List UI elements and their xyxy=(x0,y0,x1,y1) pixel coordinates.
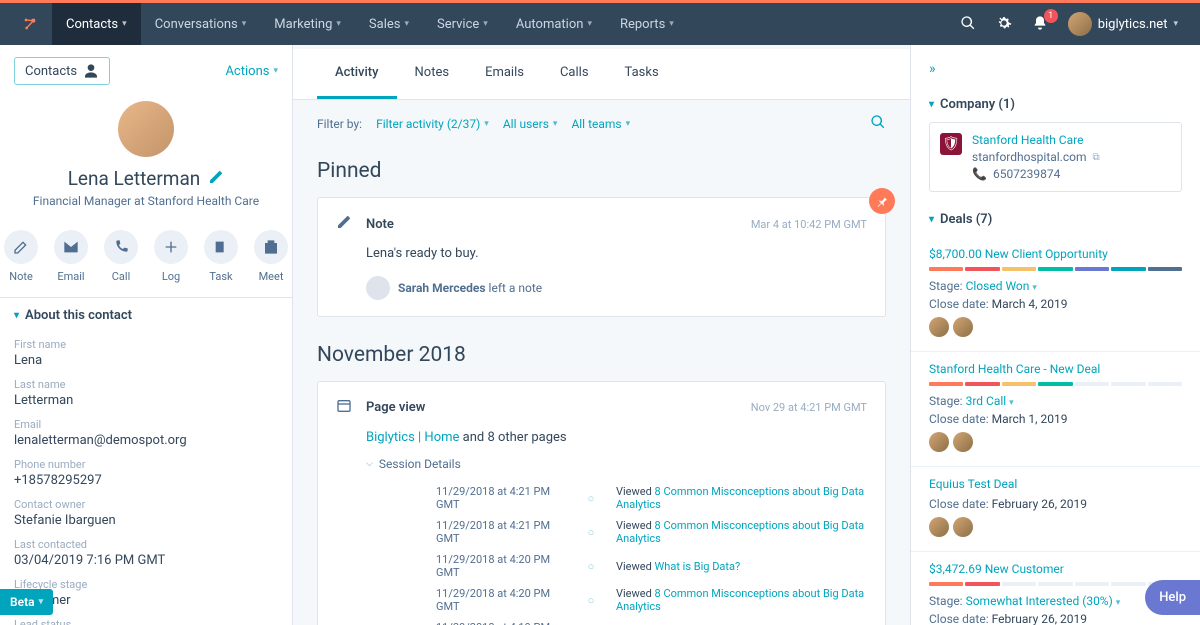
chevron-down-icon: ▾ xyxy=(929,99,934,110)
contact-avatar xyxy=(118,101,174,157)
right-panel: » ▾ Company (1) 🛡 Stanford Health Care s… xyxy=(910,45,1200,625)
actions-dropdown[interactable]: Actions▾ xyxy=(225,64,278,79)
deal-card[interactable]: $8,700.00 New Client OpportunityStage: C… xyxy=(911,237,1200,352)
note-body: Lena's ready to buy. xyxy=(336,244,867,264)
task-button[interactable]: Task xyxy=(204,230,238,283)
all-users-dropdown[interactable]: All users▾ xyxy=(503,117,558,131)
note-title: Note xyxy=(366,217,394,232)
month-title: November 2018 xyxy=(293,331,910,381)
workspace-switcher[interactable]: biglytics.net ▾ xyxy=(1068,12,1178,36)
log-button[interactable]: Log xyxy=(154,230,188,283)
tab-tasks[interactable]: Tasks xyxy=(607,49,677,99)
nav-conversations[interactable]: Conversations▾ xyxy=(141,3,261,45)
contact-subtitle: Financial Manager at Stanford Health Car… xyxy=(14,194,278,208)
tab-notes[interactable]: Notes xyxy=(397,49,468,99)
notifications-icon[interactable]: 1 xyxy=(1032,15,1050,33)
contacts-pill[interactable]: Contacts xyxy=(14,57,110,85)
note-button[interactable]: Note xyxy=(4,230,38,283)
external-link-icon[interactable]: ⧉ xyxy=(1093,152,1100,163)
pinned-title: Pinned xyxy=(293,147,910,197)
timeline-row: 11/29/2018 at 4:21 PM GMT○Viewed 8 Commo… xyxy=(366,515,867,549)
left-panel: Contacts Actions▾ Lena Letterman Financi… xyxy=(0,45,293,625)
note-icon xyxy=(336,214,354,234)
deal-card[interactable]: Equius Test DealClose date: February 26,… xyxy=(911,467,1200,552)
author-avatar xyxy=(366,276,390,300)
workspace-name: biglytics.net xyxy=(1098,17,1168,32)
chevron-down-icon: ▾ xyxy=(14,310,19,321)
company-logo-icon: 🛡 xyxy=(940,133,962,155)
company-section-header[interactable]: ▾ Company (1) xyxy=(911,87,1200,122)
timeline-row: 11/29/2018 at 4:21 PM GMT○Viewed 8 Commo… xyxy=(366,481,867,515)
nav-service[interactable]: Service▾ xyxy=(423,3,502,45)
hubspot-logo-icon[interactable] xyxy=(16,10,44,38)
email-button[interactable]: Email xyxy=(54,230,88,283)
top-nav: Contacts▾Conversations▾Marketing▾Sales▾S… xyxy=(0,3,1200,45)
meet-button[interactable]: Meet xyxy=(254,230,288,283)
nav-automation[interactable]: Automation▾ xyxy=(502,3,606,45)
session-details-toggle[interactable]: ⌵ Session Details xyxy=(366,457,867,471)
pin-icon[interactable] xyxy=(869,188,895,214)
deals-section-header[interactable]: ▾ Deals (7) xyxy=(911,202,1200,237)
pageview-time: Nov 29 at 4:21 PM GMT xyxy=(751,401,867,414)
timeline-row: 11/29/2018 at 4:19 PM GMT○Viewed Biglyti… xyxy=(366,617,867,625)
prop-phone-number[interactable]: Phone number+18578295297 xyxy=(0,453,292,493)
pageview-icon xyxy=(336,398,354,418)
note-time: Mar 4 at 10:42 PM GMT xyxy=(751,218,867,231)
pageview-title: Page view xyxy=(366,400,425,415)
prop-last-contacted[interactable]: Last contacted03/04/2019 7:16 PM GMT xyxy=(0,533,292,573)
edit-icon[interactable] xyxy=(208,169,224,189)
contact-name: Lena Letterman xyxy=(68,167,201,190)
phone-icon: 📞 xyxy=(972,167,987,181)
timeline-row: 11/29/2018 at 4:20 PM GMT○Viewed What is… xyxy=(366,549,867,583)
company-name-link[interactable]: Stanford Health Care xyxy=(972,133,1171,147)
prop-contact-owner[interactable]: Contact ownerStefanie Ibarguen xyxy=(0,493,292,533)
company-card: 🛡 Stanford Health Care stanfordhospital.… xyxy=(929,122,1182,192)
nav-contacts[interactable]: Contacts▾ xyxy=(52,3,141,45)
call-button[interactable]: Call xyxy=(104,230,138,283)
settings-icon[interactable] xyxy=(996,15,1014,33)
prop-last-name[interactable]: Last nameLetterman xyxy=(0,373,292,413)
notification-badge: 1 xyxy=(1044,9,1058,23)
user-icon xyxy=(83,63,99,79)
nav-reports[interactable]: Reports▾ xyxy=(606,3,688,45)
help-button[interactable]: Help xyxy=(1145,580,1200,615)
activity-tabs: ActivityNotesEmailsCallsTasks xyxy=(293,49,910,100)
chevron-down-icon: ⌵ xyxy=(366,459,373,469)
tab-calls[interactable]: Calls xyxy=(542,49,607,99)
center-panel: ActivityNotesEmailsCallsTasks Filter by:… xyxy=(293,45,910,625)
beta-tag[interactable]: Beta▾ xyxy=(0,589,53,615)
tab-emails[interactable]: Emails xyxy=(467,49,542,99)
pageview-card: Page view Nov 29 at 4:21 PM GMT Biglytic… xyxy=(317,381,886,625)
chevron-down-icon: ▾ xyxy=(929,214,934,225)
filter-activity-dropdown[interactable]: Filter activity (2/37)▾ xyxy=(376,117,489,131)
chevron-down-icon: ▾ xyxy=(1173,19,1178,29)
pageview-summary-link[interactable]: Biglytics | Home xyxy=(366,430,459,445)
all-teams-dropdown[interactable]: All teams▾ xyxy=(571,117,630,131)
about-section-header[interactable]: ▾ About this contact xyxy=(0,297,292,333)
prop-email[interactable]: Emaillenaletterman@demospot.org xyxy=(0,413,292,453)
user-avatar xyxy=(1068,12,1092,36)
timeline-row: 11/29/2018 at 4:20 PM GMT○Viewed 8 Commo… xyxy=(366,583,867,617)
search-icon[interactable] xyxy=(960,15,978,33)
nav-sales[interactable]: Sales▾ xyxy=(355,3,423,45)
tab-activity[interactable]: Activity xyxy=(317,49,397,99)
timeline-search-icon[interactable] xyxy=(870,114,886,133)
filter-label: Filter by: xyxy=(317,117,362,131)
deal-card[interactable]: Stanford Health Care - New DealStage: 3r… xyxy=(911,352,1200,467)
pinned-note-card: Note Mar 4 at 10:42 PM GMT Lena's ready … xyxy=(317,197,886,317)
nav-marketing[interactable]: Marketing▾ xyxy=(260,3,355,45)
prop-first-name[interactable]: First nameLena xyxy=(0,333,292,373)
collapse-icon[interactable]: » xyxy=(929,61,936,77)
